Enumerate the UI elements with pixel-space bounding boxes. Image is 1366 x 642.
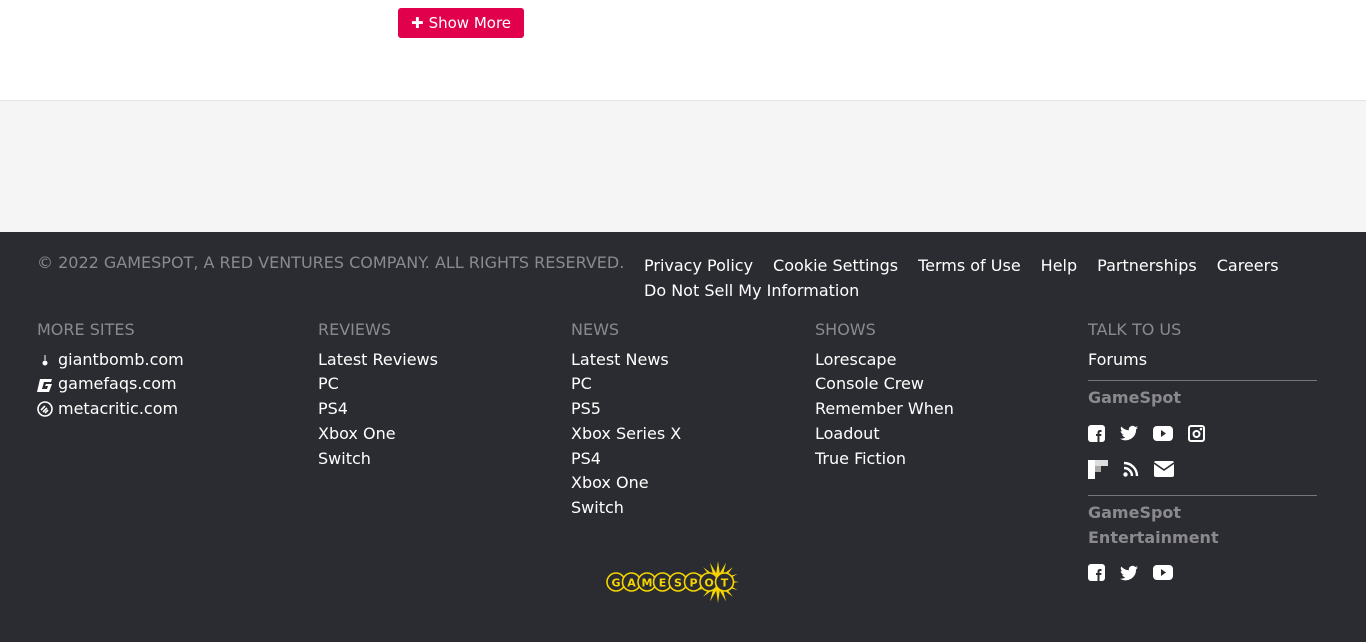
svg-text:O: O <box>704 577 713 590</box>
news-column: NEWS Latest News PC PS5 Xbox Series X PS… <box>571 318 681 521</box>
legal-links: Privacy Policy Cookie Settings Terms of Us… <box>644 253 1324 303</box>
news-link[interactable]: Xbox Series X <box>571 422 681 447</box>
top-section: ✚ Show More <box>0 0 1366 101</box>
gamespot-logo[interactable]: GAMESPOT <box>606 560 748 608</box>
gamespot-social-icons <box>1088 423 1317 443</box>
youtube-icon[interactable] <box>1153 565 1173 581</box>
talk-to-us-column: TALK TO US Forums GameSpot GameSpot Ente… <box>1088 318 1317 599</box>
email-icon[interactable] <box>1154 461 1174 478</box>
news-link[interactable]: PS5 <box>571 397 681 422</box>
facebook-icon[interactable] <box>1088 424 1105 442</box>
svg-text:M: M <box>642 577 653 590</box>
rss-icon[interactable] <box>1123 461 1139 477</box>
facebook-icon[interactable] <box>1088 564 1105 582</box>
metacritic-icon <box>37 401 53 418</box>
twitter-icon[interactable] <box>1120 565 1138 581</box>
shows-heading: SHOWS <box>815 320 876 339</box>
terms-link[interactable]: Terms of Use <box>918 256 1021 275</box>
flipboard-icon[interactable] <box>1088 459 1108 479</box>
cookie-settings-link[interactable]: Cookie Settings <box>773 256 898 275</box>
youtube-icon[interactable] <box>1153 425 1173 441</box>
svg-text:A: A <box>627 577 636 590</box>
news-link[interactable]: Switch <box>571 496 681 521</box>
show-link[interactable]: Lorescape <box>815 348 954 373</box>
privacy-policy-link[interactable]: Privacy Policy <box>644 256 753 275</box>
gamespot-more-icons <box>1088 459 1317 479</box>
copyright: © 2022 GAMESPOT, A RED VENTURES COMPANY.… <box>37 253 625 272</box>
show-link[interactable]: Loadout <box>815 422 954 447</box>
svg-text:G: G <box>611 577 620 590</box>
news-link[interactable]: Xbox One <box>571 471 681 496</box>
news-heading: NEWS <box>571 320 620 339</box>
news-link[interactable]: PC <box>571 372 681 397</box>
reviews-column: REVIEWS Latest Reviews PC PS4 Xbox One S… <box>318 318 438 471</box>
talk-heading: TALK TO US <box>1088 320 1182 339</box>
do-not-sell-link[interactable]: Do Not Sell My Information <box>644 281 859 300</box>
help-link[interactable]: Help <box>1041 256 1077 275</box>
reviews-link[interactable]: PS4 <box>318 397 438 422</box>
giantbomb-link[interactable]: giantbomb.com <box>37 348 184 373</box>
metacritic-link[interactable]: metacritic.com <box>37 397 184 422</box>
twitter-icon[interactable] <box>1120 425 1138 441</box>
reviews-link[interactable]: Xbox One <box>318 422 438 447</box>
instagram-icon[interactable] <box>1188 424 1205 442</box>
news-link[interactable]: Latest News <box>571 348 681 373</box>
plus-icon: ✚ <box>411 14 424 32</box>
footer: © 2022 GAMESPOT, A RED VENTURES COMPANY.… <box>0 232 1366 642</box>
news-link[interactable]: PS4 <box>571 447 681 472</box>
partnerships-link[interactable]: Partnerships <box>1097 256 1197 275</box>
ad-area <box>0 101 1366 232</box>
show-link[interactable]: Console Crew <box>815 372 954 397</box>
svg-text:P: P <box>689 577 697 590</box>
gamespot-entertainment-icons <box>1088 563 1317 583</box>
forums-link[interactable]: Forums <box>1088 348 1317 373</box>
gamespot-social-heading: GameSpot <box>1088 380 1317 411</box>
gamespot-entertainment-heading: GameSpot Entertainment <box>1088 495 1317 550</box>
svg-text:E: E <box>659 577 667 590</box>
more-sites-heading: MORE SITES <box>37 320 135 339</box>
reviews-link[interactable]: Latest Reviews <box>318 348 438 373</box>
shows-column: SHOWS Lorescape Console Crew Remember Wh… <box>815 318 954 471</box>
gamefaqs-link[interactable]: gamefaqs.com <box>37 372 184 397</box>
more-sites-column: MORE SITES giantbomb.com gamefaqs.com me… <box>37 318 184 422</box>
reviews-link[interactable]: Switch <box>318 447 438 472</box>
show-link[interactable]: True Fiction <box>815 447 954 472</box>
reviews-heading: REVIEWS <box>318 320 391 339</box>
show-link[interactable]: Remember When <box>815 397 954 422</box>
giantbomb-icon <box>37 352 53 368</box>
gamefaqs-icon <box>37 377 53 393</box>
careers-link[interactable]: Careers <box>1217 256 1279 275</box>
svg-text:T: T <box>721 577 729 590</box>
show-more-button[interactable]: ✚ Show More <box>398 8 525 38</box>
reviews-link[interactable]: PC <box>318 372 438 397</box>
svg-text:S: S <box>674 577 682 590</box>
